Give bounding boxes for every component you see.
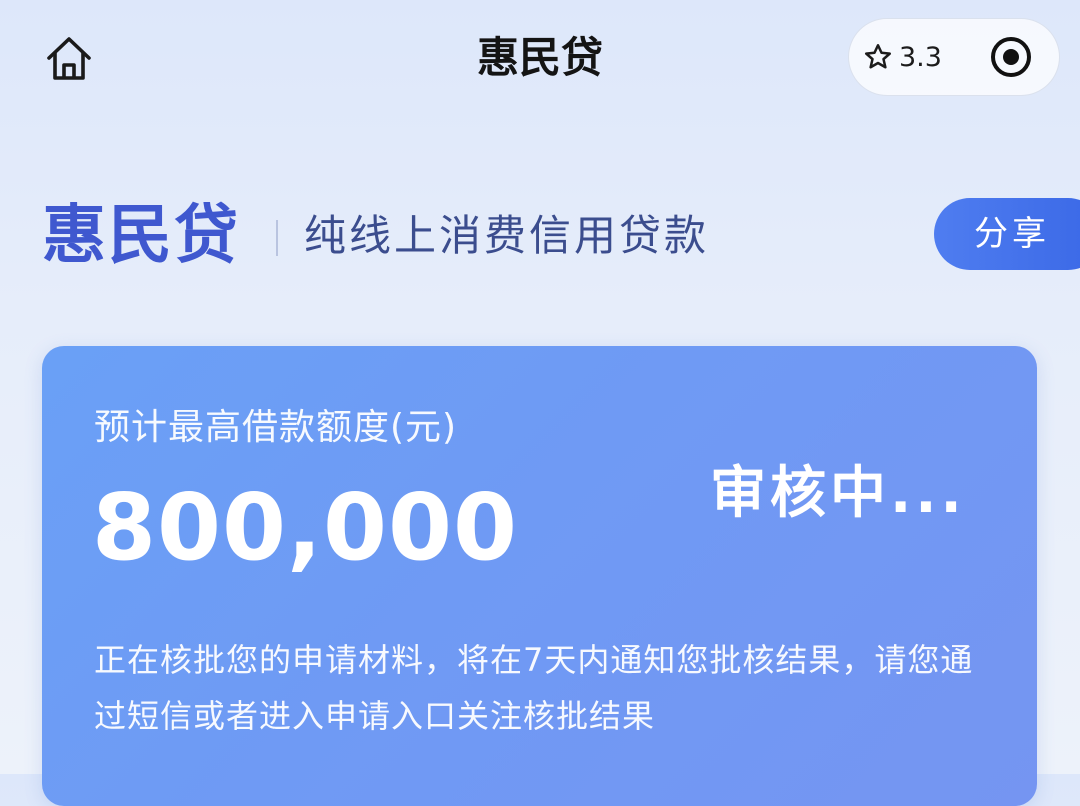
brand-slogan: 纯线上消费信用贷款 — [304, 211, 710, 260]
review-status: 审核中... — [710, 461, 966, 526]
top-navigation-bar: 惠民贷 3.3 — [0, 0, 1080, 120]
target-icon — [989, 35, 1033, 79]
share-button[interactable]: 分享 — [934, 198, 1080, 270]
rating-button[interactable]: 3.3 — [863, 19, 942, 95]
rating-value: 3.3 — [899, 41, 942, 73]
credit-limit-card: 预计最高借款额度(元) 800,000 审核中... 正在核批您的申请材料，将在… — [42, 346, 1037, 806]
brand-divider — [276, 220, 278, 256]
brand-name: 惠民贷 — [42, 199, 240, 273]
review-description: 正在核批您的申请材料，将在7天内通知您批核结果，请您通过短信或者进入申请入口关注… — [94, 641, 974, 735]
mini-program-capsule: 3.3 — [848, 18, 1060, 96]
credit-limit-label: 预计最高借款额度(元) — [94, 407, 458, 448]
close-mini-program-button[interactable] — [989, 35, 1033, 79]
credit-limit-amount: 800,000 — [92, 474, 519, 581]
home-button[interactable] — [40, 30, 98, 86]
star-outline-icon — [863, 42, 893, 72]
brand-header: 惠民贷 纯线上消费信用贷款 分享 — [0, 190, 1080, 280]
home-icon — [43, 32, 95, 84]
